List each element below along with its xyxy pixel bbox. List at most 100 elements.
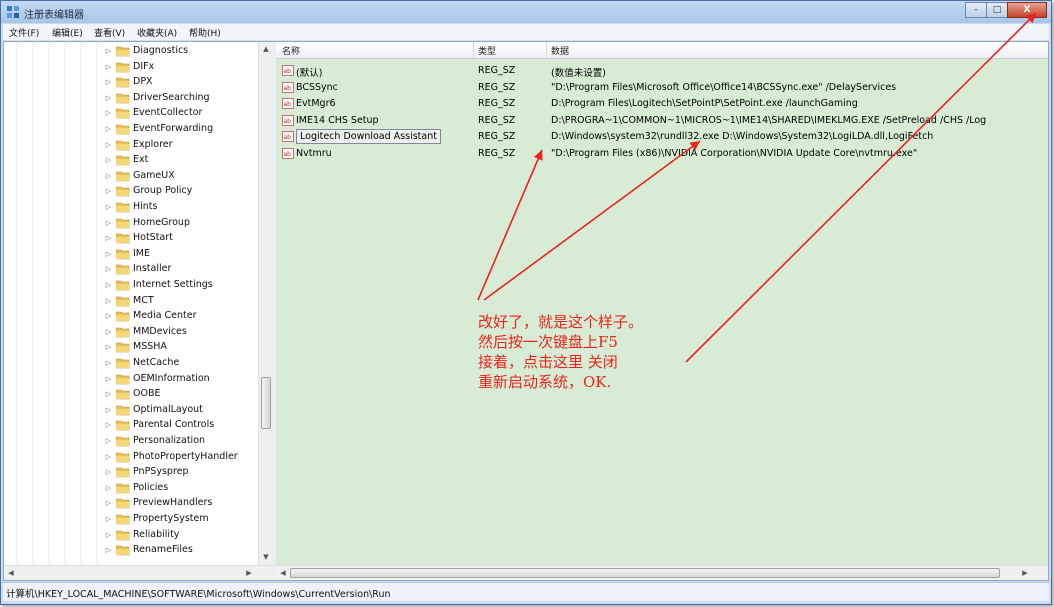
expand-arrow-icon[interactable]: ▷ [104, 515, 113, 524]
registry-tree[interactable]: ▷ Diagnostics ▷ DIFx ▷ DPX ▷ DriverSearching ▷ Ev… [4, 42, 272, 580]
tree-node[interactable]: ▷ DriverSearching [104, 91, 264, 106]
tree-node[interactable]: ▷ Hints [104, 200, 264, 215]
menu-help[interactable]: 帮助(H) [189, 26, 221, 39]
expand-arrow-icon[interactable]: ▷ [104, 219, 113, 228]
registry-value-row[interactable]: ab (默认) REG_SZ (数值未设置) [276, 63, 1048, 79]
expand-arrow-icon[interactable]: ▷ [104, 390, 113, 399]
expand-arrow-icon[interactable]: ▷ [104, 437, 113, 446]
registry-value-row[interactable]: ab Nvtmru REG_SZ "D:\Program Files (x86)\NV… [276, 146, 1048, 162]
tree-vertical-scrollbar[interactable]: ▲ ▼ [258, 42, 272, 565]
expand-arrow-icon[interactable]: ▷ [104, 125, 113, 134]
expand-arrow-icon[interactable]: ▷ [104, 78, 113, 87]
registry-value-row[interactable]: ab EvtMgr6 REG_SZ D:\Program Files\Logitech… [276, 96, 1048, 112]
tree-node[interactable]: ▷ Installer [104, 262, 264, 277]
expand-arrow-icon[interactable]: ▷ [104, 250, 113, 259]
column-data[interactable]: 数据 [551, 44, 569, 57]
expand-arrow-icon[interactable]: ▷ [104, 94, 113, 103]
expand-arrow-icon[interactable]: ▷ [104, 281, 113, 290]
menu-edit[interactable]: 编辑(E) [52, 26, 83, 39]
tree-node[interactable]: ▷ PreviewHandlers [104, 496, 264, 511]
registry-value-row[interactable]: ab BCSSync REG_SZ "D:\Program Files\Microso… [276, 80, 1048, 96]
expand-arrow-icon[interactable]: ▷ [104, 63, 113, 72]
expand-arrow-icon[interactable]: ▷ [104, 156, 113, 165]
expand-arrow-icon[interactable]: ▷ [104, 328, 113, 337]
tree-node[interactable]: ▷ NetCache [104, 356, 264, 371]
expand-arrow-icon[interactable]: ▷ [104, 187, 113, 196]
tree-node[interactable]: ▷ Parental Controls [104, 418, 264, 433]
scroll-right-icon[interactable]: ▶ [242, 566, 256, 580]
expand-arrow-icon[interactable]: ▷ [104, 265, 113, 274]
value-name[interactable]: Logitech Download Assistant [296, 129, 441, 144]
values-pane[interactable]: 名称 类型 数据 ab (默认) REG_SZ (数值未设置) ab BCSSync REG… [276, 42, 1048, 580]
tree-node[interactable]: ▷ Internet Settings [104, 278, 264, 293]
tree-node[interactable]: ▷ IME [104, 247, 264, 262]
value-name[interactable]: (默认) [296, 65, 322, 79]
expand-arrow-icon[interactable]: ▷ [104, 47, 113, 56]
minimize-button[interactable]: – [965, 2, 987, 18]
column-name[interactable]: 名称 [282, 44, 300, 57]
tree-node[interactable]: ▷ PnPSysprep [104, 465, 264, 480]
values-horizontal-scrollbar[interactable]: ◀ ▶ [276, 565, 1048, 580]
tree-node[interactable]: ▷ RenameFiles [104, 543, 264, 558]
tree-node[interactable]: ▷ OEMInformation [104, 372, 264, 387]
menu-view[interactable]: 查看(V) [94, 26, 125, 39]
close-button[interactable]: X [1007, 2, 1047, 18]
value-name[interactable]: IME14 CHS Setup [296, 115, 379, 126]
tree-node[interactable]: ▷ EventForwarding [104, 122, 264, 137]
column-divider[interactable] [546, 42, 547, 58]
tree-node[interactable]: ▷ Reliability [104, 528, 264, 543]
expand-arrow-icon[interactable]: ▷ [104, 343, 113, 352]
scroll-left-icon[interactable]: ◀ [4, 566, 18, 580]
expand-arrow-icon[interactable]: ▷ [104, 484, 113, 493]
expand-arrow-icon[interactable]: ▷ [104, 141, 113, 150]
expand-arrow-icon[interactable]: ▷ [104, 453, 113, 462]
value-name[interactable]: EvtMgr6 [296, 98, 336, 109]
column-type[interactable]: 类型 [478, 44, 496, 57]
maximize-button[interactable]: □ [986, 2, 1008, 18]
tree-node[interactable]: ▷ DIFx [104, 60, 264, 75]
scroll-left-icon[interactable]: ◀ [276, 566, 290, 580]
expand-arrow-icon[interactable]: ▷ [104, 312, 113, 321]
tree-node[interactable]: ▷ MMDevices [104, 325, 264, 340]
expand-arrow-icon[interactable]: ▷ [104, 531, 113, 540]
expand-arrow-icon[interactable]: ▷ [104, 375, 113, 384]
tree-node[interactable]: ▷ PhotoPropertyHandler [104, 450, 264, 465]
expand-arrow-icon[interactable]: ▷ [104, 421, 113, 430]
expand-arrow-icon[interactable]: ▷ [104, 468, 113, 477]
expand-arrow-icon[interactable]: ▷ [104, 359, 113, 368]
tree-node[interactable]: ▷ Group Policy [104, 184, 264, 199]
values-scroll-thumb[interactable] [290, 568, 1000, 578]
tree-node[interactable]: ▷ Personalization [104, 434, 264, 449]
tree-node[interactable]: ▷ OOBE [104, 387, 264, 402]
tree-node[interactable]: ▷ Ext [104, 153, 264, 168]
menu-file[interactable]: 文件(F) [9, 26, 39, 39]
tree-node[interactable]: ▷ HotStart [104, 231, 264, 246]
expand-arrow-icon[interactable]: ▷ [104, 406, 113, 415]
tree-horizontal-scrollbar[interactable]: ◀ ▶ [4, 565, 272, 580]
value-name[interactable]: BCSSync [296, 82, 338, 93]
expand-arrow-icon[interactable]: ▷ [104, 297, 113, 306]
tree-node[interactable]: ▷ PropertySystem [104, 512, 264, 527]
tree-scroll-thumb[interactable] [261, 377, 271, 429]
menu-favorites[interactable]: 收藏夹(A) [137, 26, 177, 39]
tree-node[interactable]: ▷ Explorer [104, 138, 264, 153]
expand-arrow-icon[interactable]: ▷ [104, 109, 113, 118]
expand-arrow-icon[interactable]: ▷ [104, 172, 113, 181]
expand-arrow-icon[interactable]: ▷ [104, 203, 113, 212]
expand-arrow-icon[interactable]: ▷ [104, 234, 113, 243]
tree-node[interactable]: ▷ Diagnostics [104, 44, 264, 59]
tree-node[interactable]: ▷ DPX [104, 75, 264, 90]
tree-node[interactable]: ▷ Media Center [104, 309, 264, 324]
tree-node[interactable]: ▷ OptimalLayout [104, 403, 264, 418]
tree-node[interactable]: ▷ GameUX [104, 169, 264, 184]
expand-arrow-icon[interactable]: ▷ [104, 546, 113, 555]
registry-value-row[interactable]: ab IME14 CHS Setup REG_SZ D:\PROGRA~1\COMMO… [276, 113, 1048, 129]
tree-node[interactable]: ▷ Policies [104, 481, 264, 496]
registry-value-row[interactable]: ab Logitech Download Assistant REG_SZ D:\Wi… [276, 129, 1048, 145]
scroll-down-icon[interactable]: ▼ [259, 550, 272, 564]
scroll-up-icon[interactable]: ▲ [259, 42, 272, 56]
tree-node[interactable]: ▷ HomeGroup [104, 216, 264, 231]
title-bar[interactable]: 注册表编辑器 – □ X [1, 1, 1051, 23]
column-divider[interactable] [473, 42, 474, 58]
tree-node[interactable]: ▷ MCT [104, 294, 264, 309]
